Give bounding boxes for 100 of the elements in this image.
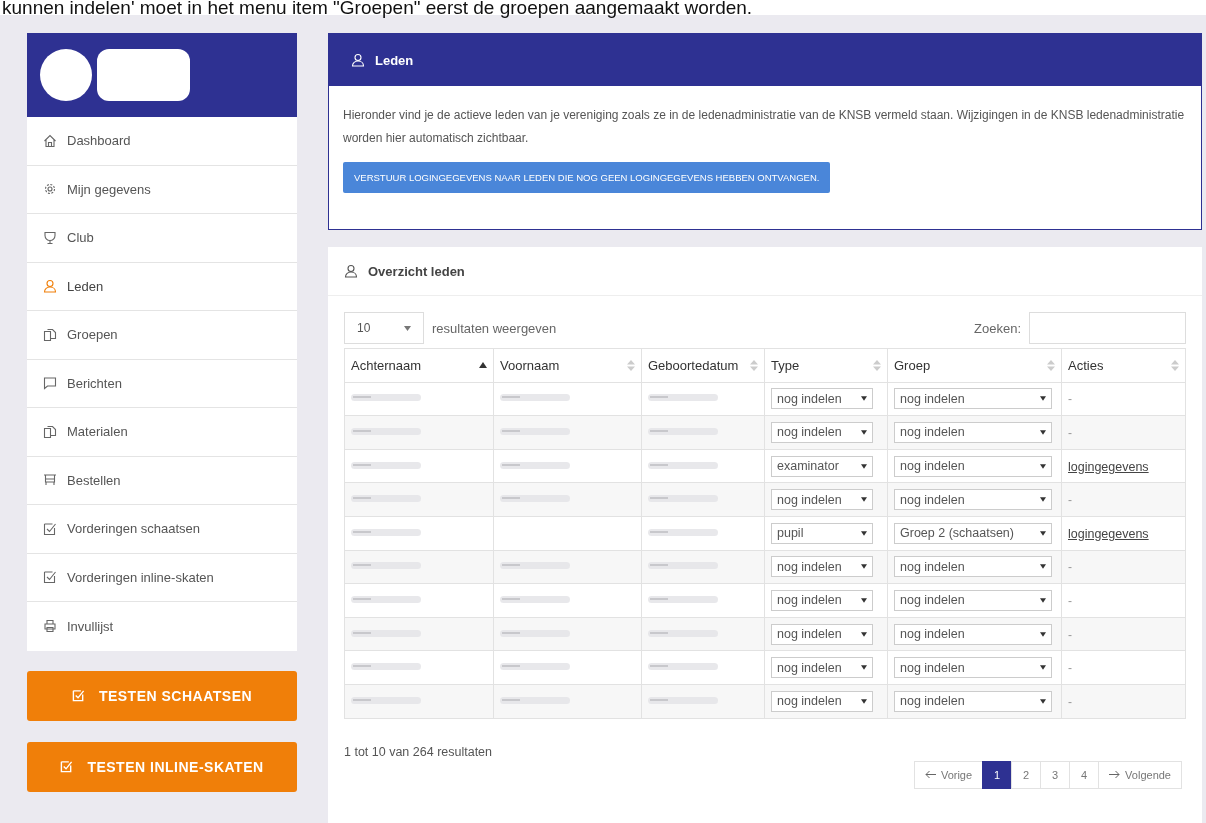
send-login-button[interactable]: VERSTUUR LOGINGEGEVENS NAAR LEDEN DIE NOG GEEN LOGINGEGEVENS HEBBEN ONTVANGEN. [343,162,831,193]
column-header[interactable]: Achternaam [344,348,494,383]
menu-item[interactable]: Vorderingen inline-skaten [27,553,297,602]
docs-icon [43,327,57,342]
gear-icon [43,182,57,197]
search-label: Zoeken: [974,320,1021,336]
type-select[interactable]: nog indelen [771,422,873,443]
caret-icon [861,530,867,536]
group-select[interactable]: nog indelen [894,556,1052,578]
group-select[interactable]: nog indelen [894,623,1052,645]
next-button[interactable]: Volgende [1098,760,1182,789]
search-field[interactable] [1029,312,1186,344]
redacted-text [500,391,570,404]
type-select[interactable]: nog indelen [771,657,873,679]
redacted-text [500,492,570,505]
redacted-text [351,492,421,505]
column-header[interactable]: Geboortedatum [641,348,765,383]
redacted-text [351,391,421,404]
redacted-text [351,660,421,673]
previous-button[interactable]: Vorige [913,760,984,789]
group-select[interactable]: nog indelen [894,657,1052,679]
check-icon [43,521,57,536]
checkbox-icon [71,689,85,702]
group-select[interactable]: nog indelen [894,690,1052,712]
redacted-text [351,559,421,572]
caret-icon [1040,396,1046,402]
print-icon [43,619,57,634]
chat-icon [43,376,57,391]
action-text: - [1068,661,1072,676]
type-select[interactable]: nog indelen [771,556,873,578]
redacted-text [648,425,718,437]
page-size-label: resultaten weergeven [432,320,557,336]
group-select[interactable]: nog indelen [894,489,1052,511]
menu-item[interactable]: Mijn gegevens [27,165,297,214]
action-text: - [1068,593,1072,608]
type-select[interactable]: examinator [771,455,873,477]
column-header[interactable]: Voornaam [493,348,642,383]
user-icon [351,53,365,67]
redacted-text [648,391,718,404]
caret-icon [1040,497,1046,503]
menu-item[interactable]: Invullijst [27,602,297,651]
caret-icon [1040,631,1046,637]
column-header[interactable]: Groep [887,348,1062,383]
redacted-text [648,492,718,505]
sort-icon [873,359,881,371]
group-select[interactable]: nog indelen [894,589,1052,611]
group-select[interactable]: nog indelen [894,422,1052,443]
caret-icon [861,631,867,637]
redacted-text [500,559,570,572]
caret-icon [1040,698,1046,704]
docs-icon [43,424,57,439]
caret-icon [861,597,867,603]
user-icon [344,264,358,278]
sort-icon [750,359,758,371]
page-button[interactable]: 4 [1069,760,1100,789]
caret-icon [861,564,867,570]
action-text: - [1068,694,1072,709]
group-select[interactable]: nog indelen [894,455,1052,477]
home-icon [43,133,57,148]
info-text: Hieronder vind je de actieve leden van je vereniging zoals ze in de ledenadministratie van de KNSB vermeld staan. Wijzigingen in de KNSB ledenadministratie worden hier automatisch zichtbaar. [343,107,1186,147]
caret-icon [404,325,411,331]
sort-icon [1047,359,1055,371]
cart-icon [43,473,57,488]
menu-item[interactable]: Vorderingen schaatsen [27,505,297,554]
menu-item[interactable]: Materialen [27,408,297,457]
card-title: Overzicht leden [368,263,465,279]
redacted-text [648,559,718,572]
caret-icon [861,396,867,402]
caret-icon [1040,430,1046,435]
caret-icon [861,463,867,469]
page-size-select[interactable]: 10 [344,312,424,344]
menu-item[interactable]: Leden [27,262,297,311]
type-select[interactable]: nog indelen [771,589,873,611]
menu-item[interactable]: Berichten [27,359,297,408]
action-text: - [1068,627,1072,642]
redacted-text [500,660,570,673]
redacted-text [351,425,421,437]
group-select[interactable]: nog indelen [894,388,1052,410]
type-select[interactable]: nog indelen [771,690,873,712]
page-button[interactable]: 2 [1011,760,1042,789]
sort-icon [627,359,635,371]
caret-icon [861,497,867,503]
column-header[interactable]: Type [764,348,888,383]
action-text: - [1068,426,1072,440]
menu-item[interactable]: Club [27,214,297,263]
type-select[interactable]: pupil [771,522,873,544]
caret-icon [1040,530,1046,536]
menu-item[interactable]: Bestellen [27,456,297,505]
caret-icon [861,665,867,671]
group-select[interactable]: Groep 2 (schaatsen) [894,522,1052,544]
arrow-left-icon [924,770,936,780]
page-button[interactable]: 1 [982,760,1013,789]
page-button[interactable]: 3 [1040,760,1071,789]
type-select[interactable]: nog indelen [771,489,873,511]
caret-icon [861,698,867,704]
column-header[interactable]: Acties [1061,348,1186,383]
menu-item[interactable]: Groepen [27,311,297,360]
type-select[interactable]: nog indelen [771,388,873,410]
menu-item[interactable]: Dashboard [27,117,297,166]
type-select[interactable]: nog indelen [771,623,873,645]
